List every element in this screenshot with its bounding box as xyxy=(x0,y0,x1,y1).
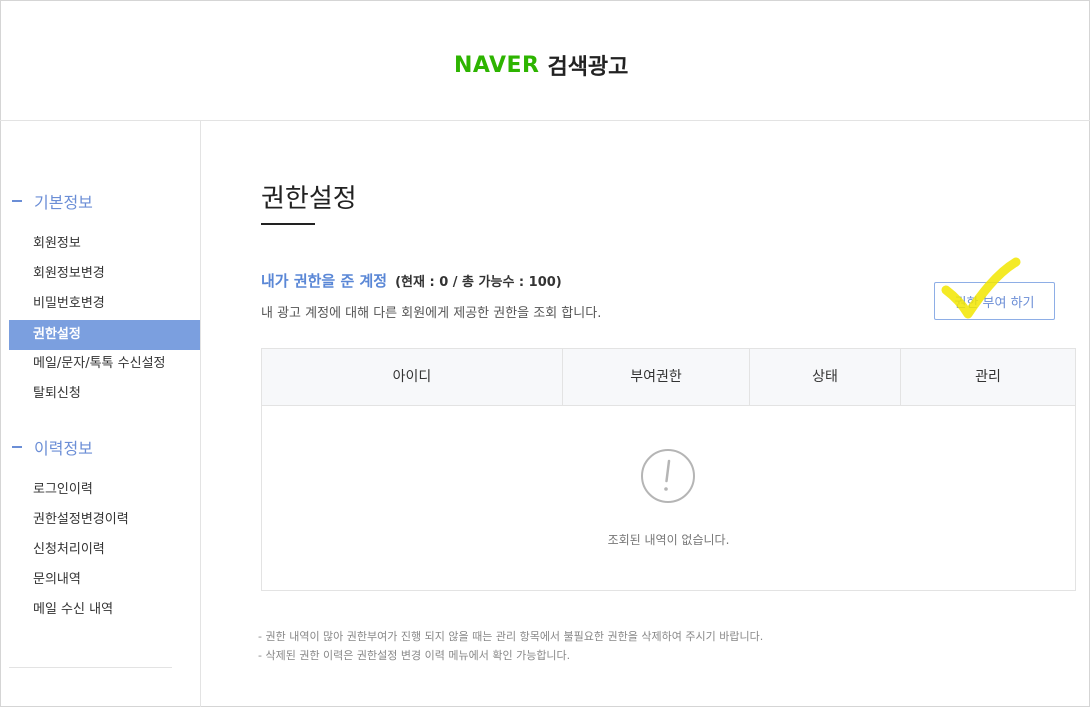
column-header-manage: 관리 xyxy=(975,369,1001,385)
info-note: - 권한 내역이 많아 권한부여가 진행 되지 않을 때는 관리 항목에서 불필… xyxy=(258,630,764,643)
permission-table: 아이디 부여권한 상태 관리 조회된 내역이 없습니다. xyxy=(261,348,1076,591)
sidebar-item-member-info-change[interactable]: 회원정보변경 xyxy=(9,259,200,289)
sidebar-section-history: 이력정보 xyxy=(12,435,93,459)
sidebar-item-member-info[interactable]: 회원정보 xyxy=(9,229,200,259)
minus-icon xyxy=(12,446,22,448)
sidebar-section-title: 기본정보 xyxy=(34,193,93,212)
sidebar-item-permission-settings[interactable]: 권한설정 xyxy=(9,320,200,350)
exclamation-circle-icon xyxy=(641,449,695,503)
permission-count: (현재 : 0 / 총 가능수 : 100) xyxy=(395,275,562,290)
empty-state-message: 조회된 내역이 없습니다. xyxy=(607,533,730,547)
logo-brand: NAVER xyxy=(454,52,540,78)
section-title: 내가 권한을 준 계정 xyxy=(261,272,388,290)
sidebar-item-withdrawal[interactable]: 탈퇴신청 xyxy=(9,379,200,409)
minus-icon xyxy=(12,200,22,202)
info-note: - 삭제된 권한 이력은 권한설정 변경 이력 메뉴에서 확인 가능합니다. xyxy=(258,649,571,662)
section-description: 내 광고 계정에 대해 다른 회원에게 제공한 권한을 조회 합니다. xyxy=(261,306,602,321)
sidebar-item-mail-history[interactable]: 메일 수신 내역 xyxy=(9,595,200,625)
table-header: 아이디 부여권한 상태 관리 xyxy=(262,349,1075,406)
sidebar: 기본정보 회원정보 회원정보변경 비밀번호변경 권한설정 메일/문자/톡톡 수신… xyxy=(0,121,201,707)
logo-service: 검색광고 xyxy=(547,55,629,80)
sidebar-item-inquiry-history[interactable]: 문의내역 xyxy=(9,565,200,595)
sidebar-item-notification-settings[interactable]: 메일/문자/톡톡 수신설정 xyxy=(9,349,200,379)
sidebar-divider xyxy=(9,667,172,668)
header: NAVER 검색광고 xyxy=(0,0,1090,121)
naver-searchad-logo[interactable]: NAVER 검색광고 xyxy=(454,49,628,81)
sidebar-section-title: 이력정보 xyxy=(34,439,93,458)
column-header-granted-permission: 부여권한 xyxy=(563,349,750,405)
title-underline xyxy=(261,223,315,225)
sidebar-item-permission-change-history[interactable]: 권한설정변경이력 xyxy=(9,505,200,535)
section-heading: 내가 권한을 준 계정 (현재 : 0 / 총 가능수 : 100) xyxy=(261,270,562,291)
sidebar-item-password-change[interactable]: 비밀번호변경 xyxy=(9,289,200,319)
grant-permission-button[interactable]: 권한 부여 하기 xyxy=(934,282,1055,320)
column-header-id: 아이디 xyxy=(262,349,563,405)
column-header-status: 상태 xyxy=(750,349,901,405)
sidebar-item-request-history[interactable]: 신청처리이력 xyxy=(9,535,200,565)
sidebar-item-login-history[interactable]: 로그인이력 xyxy=(9,475,200,505)
page-title: 권한설정 xyxy=(261,184,357,214)
sidebar-section-basic-info: 기본정보 xyxy=(12,189,93,213)
